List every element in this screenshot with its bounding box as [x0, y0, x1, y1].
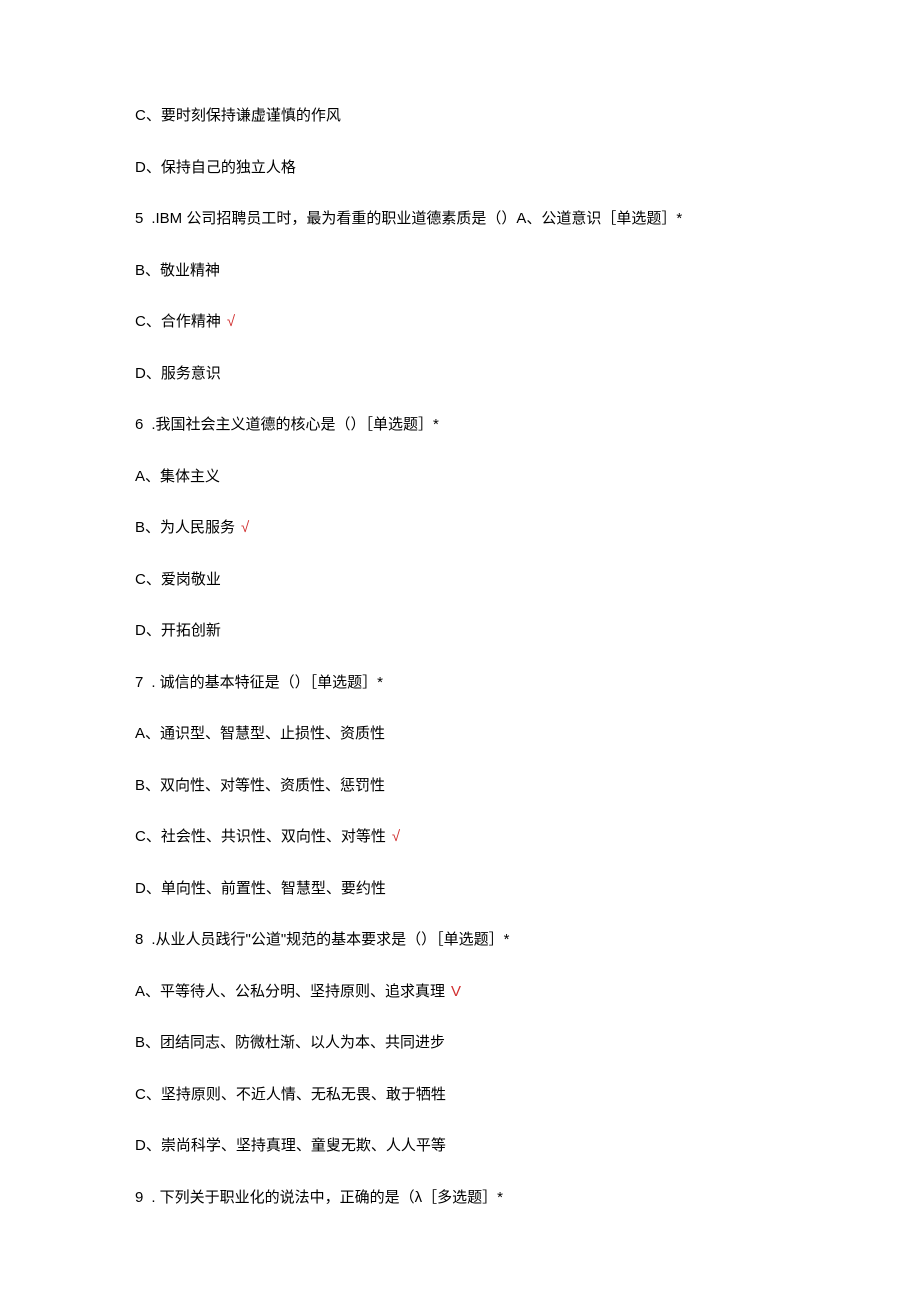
- correct-mark: V: [451, 981, 461, 1004]
- question-number: 5: [135, 208, 143, 231]
- correct-mark: √: [227, 311, 235, 334]
- option-line: C、社会性、共识性、双向性、对等性 √: [135, 826, 785, 849]
- question-number: 6: [135, 414, 143, 437]
- question-number: 7: [135, 672, 143, 695]
- line-text: D、崇尚科学、坚持真理、童叟无欺、人人平等: [135, 1135, 446, 1158]
- line-text: . 诚信的基本特征是（）［单选题］*: [151, 672, 383, 695]
- option-line: C、要时刻保持谦虚谨慎的作风: [135, 105, 785, 128]
- line-text: D、单向性、前置性、智慧型、要约性: [135, 878, 386, 901]
- option-line: B、为人民服务 √: [135, 517, 785, 540]
- line-text: B、为人民服务: [135, 517, 235, 540]
- option-line: C、爱岗敬业: [135, 569, 785, 592]
- line-text: B、敬业精神: [135, 260, 220, 283]
- line-text: D、开拓创新: [135, 620, 221, 643]
- line-text: C、合作精神: [135, 311, 221, 334]
- question-line: 5 .IBM 公司招聘员工时，最为看重的职业道德素质是（）A、公道意识［单选题］*: [135, 208, 785, 231]
- option-line: A、集体主义: [135, 466, 785, 489]
- line-text: C、爱岗敬业: [135, 569, 221, 592]
- option-line: D、单向性、前置性、智慧型、要约性: [135, 878, 785, 901]
- line-text: .从业人员践行"公道"规范的基本要求是（）［单选题］*: [151, 929, 509, 952]
- line-text: C、社会性、共识性、双向性、对等性: [135, 826, 386, 849]
- line-text: C、要时刻保持谦虚谨慎的作风: [135, 105, 341, 128]
- option-line: C、坚持原则、不近人情、无私无畏、敢于牺牲: [135, 1084, 785, 1107]
- line-text: A、集体主义: [135, 466, 220, 489]
- question-number: 8: [135, 929, 143, 952]
- line-text: .我国社会主义道德的核心是（）［单选题］*: [151, 414, 439, 437]
- option-line: D、开拓创新: [135, 620, 785, 643]
- option-line: C、合作精神 √: [135, 311, 785, 334]
- option-line: B、敬业精神: [135, 260, 785, 283]
- option-line: D、保持自己的独立人格: [135, 157, 785, 180]
- question-line: 6 .我国社会主义道德的核心是（）［单选题］*: [135, 414, 785, 437]
- question-line: 9 . 下列关于职业化的说法中，正确的是（λ［多选题］*: [135, 1187, 785, 1210]
- line-text: B、双向性、对等性、资质性、惩罚性: [135, 775, 385, 798]
- question-line: 8 .从业人员践行"公道"规范的基本要求是（）［单选题］*: [135, 929, 785, 952]
- line-text: D、服务意识: [135, 363, 221, 386]
- line-text: B、团结同志、防微杜渐、以人为本、共同进步: [135, 1032, 445, 1055]
- question-number: 9: [135, 1187, 143, 1210]
- line-text: C、坚持原则、不近人情、无私无畏、敢于牺牲: [135, 1084, 446, 1107]
- line-text: A、通识型、智慧型、止损性、资质性: [135, 723, 385, 746]
- correct-mark: √: [241, 517, 249, 540]
- line-text: . 下列关于职业化的说法中，正确的是（λ［多选题］*: [151, 1187, 503, 1210]
- question-line: 7 . 诚信的基本特征是（）［单选题］*: [135, 672, 785, 695]
- correct-mark: √: [392, 826, 400, 849]
- option-line: B、团结同志、防微杜渐、以人为本、共同进步: [135, 1032, 785, 1055]
- option-line: B、双向性、对等性、资质性、惩罚性: [135, 775, 785, 798]
- option-line: A、平等待人、公私分明、坚持原则、追求真理 V: [135, 981, 785, 1004]
- option-line: D、服务意识: [135, 363, 785, 386]
- line-text: D、保持自己的独立人格: [135, 157, 296, 180]
- option-line: A、通识型、智慧型、止损性、资质性: [135, 723, 785, 746]
- line-text: .IBM 公司招聘员工时，最为看重的职业道德素质是（）A、公道意识［单选题］*: [151, 208, 682, 231]
- option-line: D、崇尚科学、坚持真理、童叟无欺、人人平等: [135, 1135, 785, 1158]
- document-content: C、要时刻保持谦虚谨慎的作风 D、保持自己的独立人格 5 .IBM 公司招聘员工时，最…: [135, 105, 785, 1209]
- line-text: A、平等待人、公私分明、坚持原则、追求真理: [135, 981, 445, 1004]
